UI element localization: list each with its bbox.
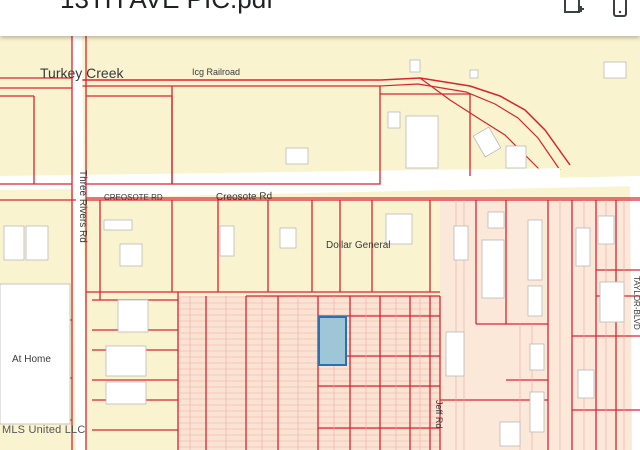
viewer-toolbar: 13TH AVE PIC.pdf	[0, 0, 640, 36]
label-creosote-rd-caps: CREOSOTE RD	[104, 193, 163, 202]
label-taylor-blvd: TAYLOR-BLVD	[632, 276, 640, 330]
label-turkey-creek: Turkey Creek	[40, 65, 125, 81]
document-title: 13TH AVE PIC.pdf	[60, 0, 273, 15]
mls-watermark: MLS United LLC	[2, 424, 86, 436]
label-icg-railroad: Icg Railroad	[192, 67, 240, 77]
label-jeff-rd: Jeff Rd	[434, 400, 444, 428]
label-at-home: At Home	[12, 354, 51, 365]
subject-parcel-highlight[interactable]	[318, 316, 347, 366]
label-three-rivers-rd: Three Rivers Rd	[77, 170, 88, 243]
add-to-drive-icon[interactable]	[562, 0, 586, 18]
mobile-device-icon[interactable]	[608, 0, 632, 18]
label-creosote-rd: Creosote Rd	[216, 191, 272, 203]
parcel-map[interactable]: Turkey Creek Icg Railroad CREOSOTE RD Cr…	[0, 36, 640, 450]
label-dollar-general: Dollar General	[326, 240, 390, 251]
